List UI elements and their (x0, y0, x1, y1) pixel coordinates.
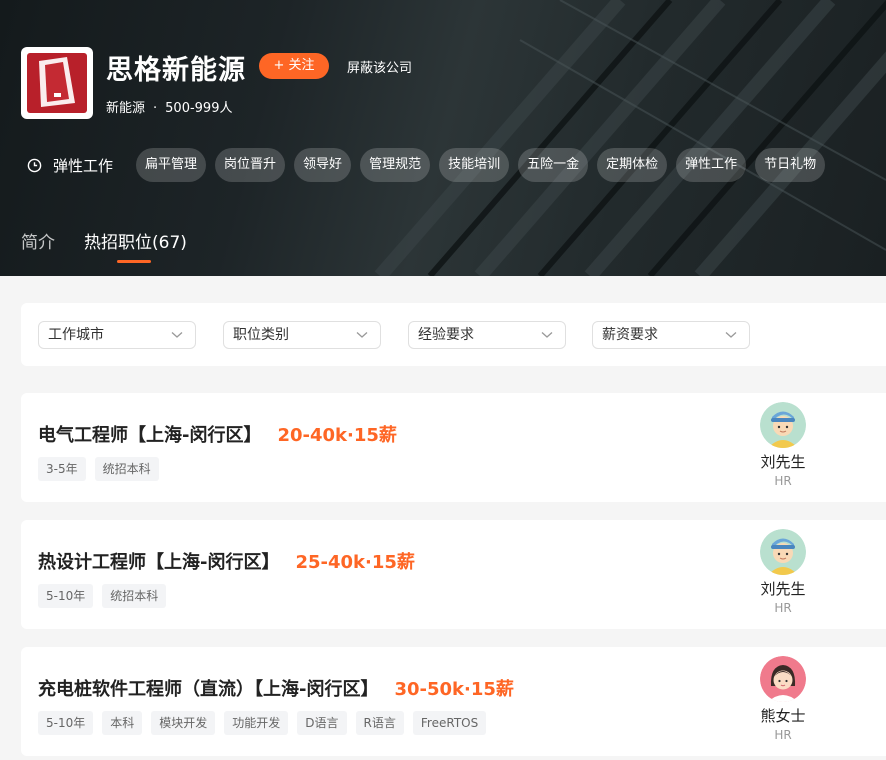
hr-name: 熊女士 (760, 707, 806, 725)
welfare-tag: 技能培训 (439, 148, 510, 182)
filter-city-label: 工作城市 (48, 327, 104, 343)
job-title[interactable]: 热设计工程师【上海-闵行区】 (38, 552, 279, 573)
welfare-tag: 岗位晋升 (215, 148, 286, 182)
job-tag: 5-10年 (38, 584, 94, 608)
block-company-link[interactable]: 屏蔽该公司 (347, 57, 412, 76)
company-meta: 新能源 · 500-999人 (106, 97, 232, 116)
filter-city-select[interactable]: 工作城市 (38, 321, 196, 349)
company-industry: 新能源 (106, 101, 146, 116)
welfare-label: 弹性工作 (27, 155, 113, 176)
chevron-down-icon (541, 332, 553, 338)
job-title[interactable]: 充电桩软件工程师（直流）【上海-闵行区】 (38, 679, 378, 700)
meta-separator: · (153, 101, 158, 116)
company-name: 思格新能源 (106, 55, 246, 86)
filter-salary-label: 薪资要求 (602, 327, 658, 343)
welfare-tag: 弹性工作 (676, 148, 747, 182)
female-avatar (760, 656, 806, 702)
job-tag: 本科 (102, 711, 143, 735)
job-tags: 5-10年 本科 模块开发 功能开发 D语言 R语言 FreeRTOS (38, 711, 495, 735)
filter-experience-select[interactable]: 经验要求 (408, 321, 566, 349)
welfare-row: 弹性工作 扁平管理 岗位晋升 领导好 管理规范 技能培训 五险一金 定期体检 弹… (27, 148, 834, 182)
clock-icon (27, 158, 42, 172)
welfare-tag: 管理规范 (360, 148, 431, 182)
job-salary: 30-50k·15薪 (394, 679, 514, 700)
filter-category-select[interactable]: 职位类别 (223, 321, 381, 349)
hr-name: 刘先生 (760, 580, 806, 598)
filter-salary-select[interactable]: 薪资要求 (592, 321, 750, 349)
filter-experience-label: 经验要求 (418, 327, 474, 343)
male-avatar (760, 529, 806, 575)
company-logo-mark (39, 57, 75, 107)
job-salary: 20-40k·15薪 (277, 425, 397, 446)
welfare-tag: 五险一金 (518, 148, 589, 182)
job-tag: 5-10年 (38, 711, 94, 735)
chevron-down-icon (171, 332, 183, 338)
job-title[interactable]: 电气工程师【上海-闵行区】 (38, 425, 261, 446)
job-filter-bar: 工作城市 职位类别 经验要求 薪资要求 (21, 303, 886, 366)
male-avatar (760, 402, 806, 448)
hr-role: HR (774, 601, 792, 615)
job-tag: 模块开发 (151, 711, 216, 735)
job-tags: 3-5年 统招本科 (38, 457, 168, 481)
job-tag: 统招本科 (102, 584, 167, 608)
follow-button[interactable]: + 关注 (259, 53, 329, 79)
hr-role: HR (774, 474, 792, 488)
welfare-tag: 定期体检 (597, 148, 668, 182)
tab-intro[interactable]: 简介 (21, 228, 55, 253)
company-tabs: 简介 热招职位(67) (21, 228, 216, 263)
hr-contact[interactable]: 刘先生 HR (750, 529, 816, 615)
job-tag: FreeRTOS (412, 711, 487, 735)
hr-role: HR (774, 728, 792, 742)
job-tag: 统招本科 (94, 457, 159, 481)
filter-category-label: 职位类别 (233, 327, 289, 343)
job-card[interactable]: 充电桩软件工程师（直流）【上海-闵行区】 30-50k·15薪 5-10年 本科 … (21, 647, 886, 756)
welfare-tag: 节日礼物 (755, 148, 826, 182)
job-title-line: 充电桩软件工程师（直流）【上海-闵行区】 30-50k·15薪 (38, 675, 514, 701)
hr-name: 刘先生 (760, 453, 806, 471)
job-tags: 5-10年 统招本科 (38, 584, 175, 608)
job-title-line: 电气工程师【上海-闵行区】 20-40k·15薪 (38, 421, 397, 447)
job-salary: 25-40k·15薪 (295, 552, 415, 573)
male-avatar-icon (760, 402, 806, 448)
company-banner: 思格新能源 + 关注 屏蔽该公司 新能源 · 500-999人 弹性工作 扁平管理 … (0, 0, 886, 276)
job-card[interactable]: 电气工程师【上海-闵行区】 20-40k·15薪 3-5年 统招本科 刘先生 HR (21, 393, 886, 502)
tab-hot-jobs[interactable]: 热招职位(67) (84, 228, 187, 263)
company-size: 500-999人 (165, 101, 233, 116)
job-tag: D语言 (297, 711, 347, 735)
job-title-line: 热设计工程师【上海-闵行区】 25-40k·15薪 (38, 548, 415, 574)
job-tag: 3-5年 (38, 457, 86, 481)
job-tag: R语言 (355, 711, 404, 735)
welfare-tag: 领导好 (294, 148, 352, 182)
job-tag: 功能开发 (224, 711, 289, 735)
welfare-label-text: 弹性工作 (53, 156, 114, 175)
job-card[interactable]: 热设计工程师【上海-闵行区】 25-40k·15薪 5-10年 统招本科 刘先生 … (21, 520, 886, 629)
chevron-down-icon (356, 332, 368, 338)
chevron-down-icon (725, 332, 737, 338)
hr-contact[interactable]: 熊女士 HR (750, 656, 816, 742)
hr-contact[interactable]: 刘先生 HR (750, 402, 816, 488)
company-logo[interactable] (21, 47, 93, 119)
female-avatar-icon (760, 656, 806, 702)
welfare-tag: 扁平管理 (136, 148, 207, 182)
male-avatar-icon (760, 529, 806, 575)
